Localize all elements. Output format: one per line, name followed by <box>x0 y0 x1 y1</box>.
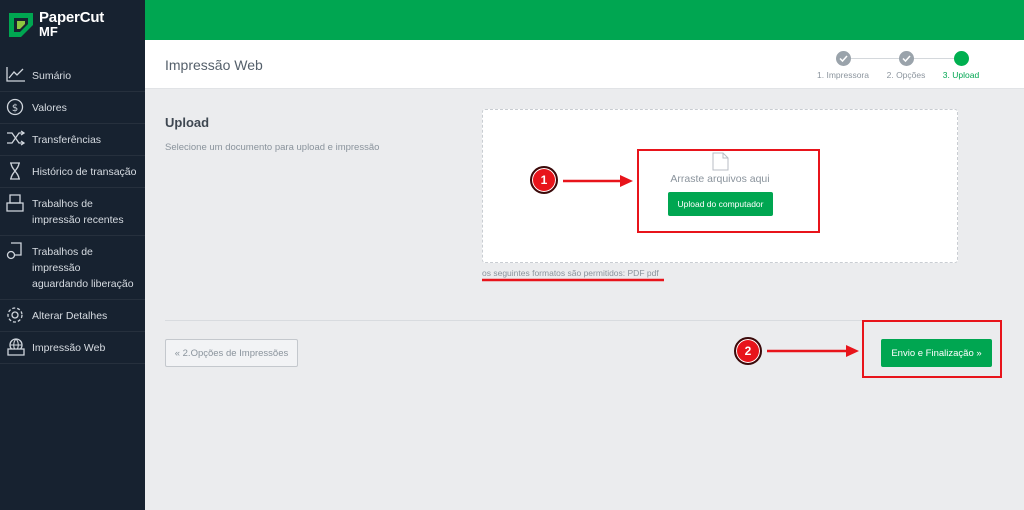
annotation-marker-2: 2 <box>734 337 762 365</box>
annotation-marker-1: 1 <box>530 166 558 194</box>
annotation-arrowhead-1 <box>620 175 633 187</box>
annotation-arrowhead-2 <box>846 345 859 357</box>
annotation-arrows <box>482 175 859 357</box>
